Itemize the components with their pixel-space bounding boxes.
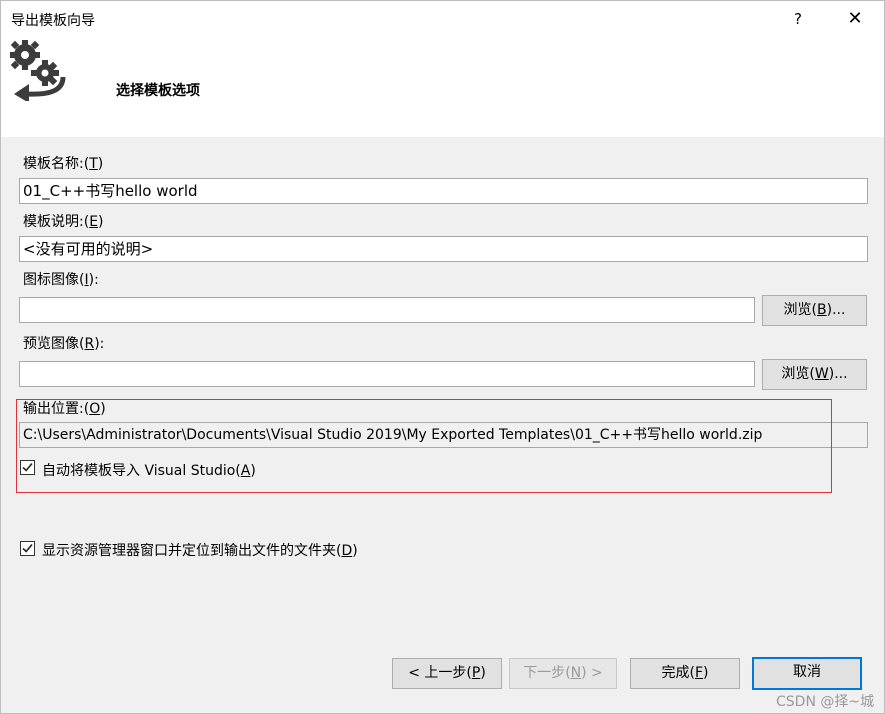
template-name-label: 模板名称:(T) <box>23 156 104 172</box>
auto-import-checkbox[interactable] <box>20 460 35 475</box>
help-button[interactable]: ? <box>787 7 809 31</box>
output-location-input[interactable]: C:\Users\Administrator\Documents\Visual … <box>19 422 868 448</box>
gears-arrow-icon <box>10 40 66 101</box>
icon-image-label: 图标图像(I): <box>23 272 99 288</box>
preview-image-input[interactable] <box>19 361 755 387</box>
browse-icon-button[interactable]: 浏览(B)... <box>762 295 867 326</box>
template-name-input[interactable]: 01_C++书写hello world <box>19 178 868 204</box>
output-location-label: 输出位置:(O) <box>23 401 106 417</box>
template-description-input[interactable]: <没有可用的说明> <box>19 236 868 262</box>
auto-import-label[interactable]: 自动将模板导入 Visual Studio(A) <box>42 460 256 480</box>
cancel-button[interactable]: 取消 <box>752 657 862 690</box>
close-button[interactable]: ✕ <box>843 7 867 31</box>
export-template-wizard-dialog: 导出模板向导 ? ✕ 选择模板选项 模板名称:(T) 01_C++书写hello… <box>0 0 885 714</box>
open-explorer-checkbox[interactable] <box>20 541 35 556</box>
previous-button[interactable]: < 上一步(P) <box>392 658 502 689</box>
open-explorer-label[interactable]: 显示资源管理器窗口并定位到输出文件的文件夹(D) <box>42 540 358 560</box>
check-icon <box>22 462 33 472</box>
step-title: 选择模板选项 <box>116 83 200 99</box>
next-button[interactable]: 下一步(N) > <box>509 658 617 689</box>
preview-image-label: 预览图像(R): <box>23 336 105 352</box>
template-description-label: 模板说明:(E) <box>23 214 104 230</box>
check-icon <box>22 543 33 553</box>
window-title: 导出模板向导 <box>11 13 95 29</box>
watermark-text: CSDN @择~城 <box>776 694 875 710</box>
icon-image-input[interactable] <box>19 297 755 323</box>
wizard-header: 导出模板向导 ? ✕ 选择模板选项 <box>1 1 884 137</box>
finish-button[interactable]: 完成(F) <box>630 658 740 689</box>
browse-preview-button[interactable]: 浏览(W)... <box>762 359 867 390</box>
